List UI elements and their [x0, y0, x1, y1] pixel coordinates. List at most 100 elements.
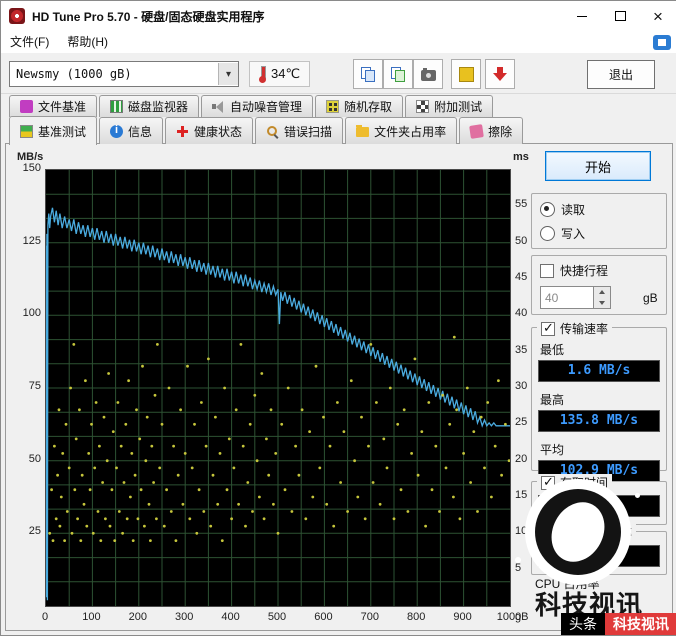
axis-tick-label: 200 [128, 611, 147, 623]
window-title: HD Tune Pro 5.70 - 硬盘/固态硬盘实用程序 [32, 9, 265, 24]
camera-icon [420, 67, 436, 81]
axis-tick-label: 150 [22, 162, 41, 174]
short-stroke-label: 快捷行程 [560, 264, 609, 278]
short-stroke-unit: gB [643, 290, 658, 305]
screenshot-button[interactable] [413, 59, 443, 89]
axis-tick-label: 50 [28, 452, 41, 465]
min-label: 最低 [540, 343, 565, 357]
tab-random-access[interactable]: 随机存取 [315, 95, 404, 117]
minimize-button[interactable] [563, 1, 601, 31]
extra-tests-icon [416, 100, 430, 113]
magnifier-icon [266, 125, 279, 138]
axis-tick-label: 900 [453, 611, 472, 623]
tab-folder-usage[interactable]: 文件夹占用率 [345, 117, 458, 144]
short-stroke-row[interactable]: 快捷行程 [540, 262, 658, 279]
minimize-icon [577, 15, 587, 17]
min-speed-display: 1.6 MB/s [538, 360, 660, 382]
watermark-sparkle [515, 557, 521, 563]
menu-right-icon [653, 34, 671, 50]
spin-down-icon[interactable] [594, 297, 610, 308]
random-access-icon [326, 100, 340, 113]
speaker-icon [212, 100, 225, 113]
title-bar: HD Tune Pro 5.70 - 硬盘/固态硬盘实用程序 [1, 1, 676, 32]
y-right-axis-unit: ms [513, 151, 529, 163]
axis-tick-label: 500 [267, 611, 287, 623]
spin-up-icon[interactable] [594, 287, 610, 298]
exit-button[interactable]: 退出 [587, 60, 655, 89]
drive-selector-value: Newsmy (1000 gB) [16, 67, 132, 81]
axis-tick-label: 0 [41, 611, 49, 623]
axis-tick-label: 300 [175, 611, 194, 623]
max-speed-display: 135.8 MB/s [538, 410, 660, 432]
window-controls [563, 1, 676, 31]
tab-extra-tests[interactable]: 附加测试 [405, 95, 494, 117]
menu-bar: 文件(F) 帮助(H) [1, 31, 676, 54]
save-image-icon [458, 66, 474, 82]
avg-label: 平均 [540, 443, 565, 457]
folder-icon [356, 125, 370, 137]
read-radio-label: 读取 [561, 203, 586, 217]
tab-erase[interactable]: 擦除 [459, 117, 524, 144]
transfer-rate-checkbox[interactable] [541, 320, 555, 336]
info-icon [110, 124, 124, 138]
write-radio-label: 写入 [561, 227, 586, 241]
copy-text-icon [391, 66, 405, 82]
tab-error-scan[interactable]: 错误扫描 [255, 117, 344, 144]
read-mode-row[interactable]: 读取 [540, 201, 658, 218]
temperature-value: 34℃ [271, 66, 301, 81]
benchmark-chart: MB/s ms gB 150 125 100 75 50 25 55 50 45 40 35 30 25… [9, 151, 543, 629]
mode-group: 读取 写入 [531, 193, 667, 249]
axis-tick-label: 800 [407, 611, 426, 623]
axis-tick-label: 1000 [496, 611, 522, 623]
download-button[interactable] [485, 59, 515, 89]
health-cross-icon [176, 125, 189, 138]
maximize-icon [614, 11, 626, 21]
save-image-button[interactable] [451, 59, 481, 89]
temperature-display: 34℃ [249, 61, 311, 87]
maximize-button[interactable] [601, 1, 639, 31]
tab-disk-monitor[interactable]: 磁盘监视器 [99, 95, 200, 117]
drive-selector[interactable]: Newsmy (1000 gB) [9, 61, 239, 87]
close-button[interactable] [639, 1, 676, 31]
menu-file[interactable]: 文件(F) [1, 31, 58, 53]
tab-info[interactable]: 信息 [99, 117, 164, 144]
axis-tick-label: 100 [22, 307, 41, 320]
short-stroke-group: 快捷行程 gB [531, 255, 667, 315]
watermark-strip: 头条 科技视讯 [561, 613, 676, 635]
axis-tick-label: 125 [22, 234, 41, 247]
benchmark-plot [45, 169, 511, 607]
copy-text-button[interactable] [383, 59, 413, 89]
watermark-brand: 科技视讯 [605, 613, 676, 635]
eraser-icon [469, 123, 484, 139]
copy-info-button[interactable] [353, 59, 383, 89]
file-benchmark-icon [20, 100, 33, 113]
axis-tick-label: 600 [314, 611, 333, 623]
short-stroke-checkbox[interactable] [540, 263, 554, 278]
transfer-rate-label: 传输速率 [560, 322, 609, 336]
app-window: HD Tune Pro 5.70 - 硬盘/固态硬盘实用程序 文件(F) 帮助(… [0, 0, 676, 636]
axis-tick-label: 25 [28, 525, 41, 538]
axis-tick-label: 700 [360, 611, 379, 623]
watermark-sparkle [635, 493, 640, 498]
watermark-toutiao: 头条 [561, 613, 605, 635]
tab-aam[interactable]: 自动噪音管理 [201, 95, 314, 117]
read-radio[interactable] [540, 202, 555, 217]
write-mode-row[interactable]: 写入 [540, 225, 658, 242]
copy-icon [361, 66, 375, 82]
tab-benchmark[interactable]: 基准测试 [9, 116, 98, 145]
spinner [594, 286, 611, 309]
tab-health[interactable]: 健康状态 [165, 117, 254, 144]
transfer-rate-group: 传输速率 最低 1.6 MB/s 最高 135.8 MB/s 平均 102.9 … [531, 320, 667, 482]
disk-monitor-icon [110, 100, 124, 113]
tab-file-benchmark[interactable]: 文件基准 [9, 95, 98, 117]
download-arrow-icon [493, 66, 507, 82]
toolbar: Newsmy (1000 gB) 34℃ 退出 [1, 53, 676, 94]
tab-row-secondary: 文件基准 磁盘监视器 自动噪音管理 随机存取 附加测试 [9, 95, 494, 117]
menu-help[interactable]: 帮助(H) [58, 31, 117, 53]
write-radio[interactable] [540, 226, 555, 241]
thermometer-icon [259, 65, 266, 83]
start-button[interactable]: 开始 [545, 151, 651, 181]
dropdown-arrow-icon[interactable] [218, 63, 238, 85]
short-stroke-input[interactable] [540, 286, 594, 309]
axis-tick-label: 100 [82, 611, 101, 623]
